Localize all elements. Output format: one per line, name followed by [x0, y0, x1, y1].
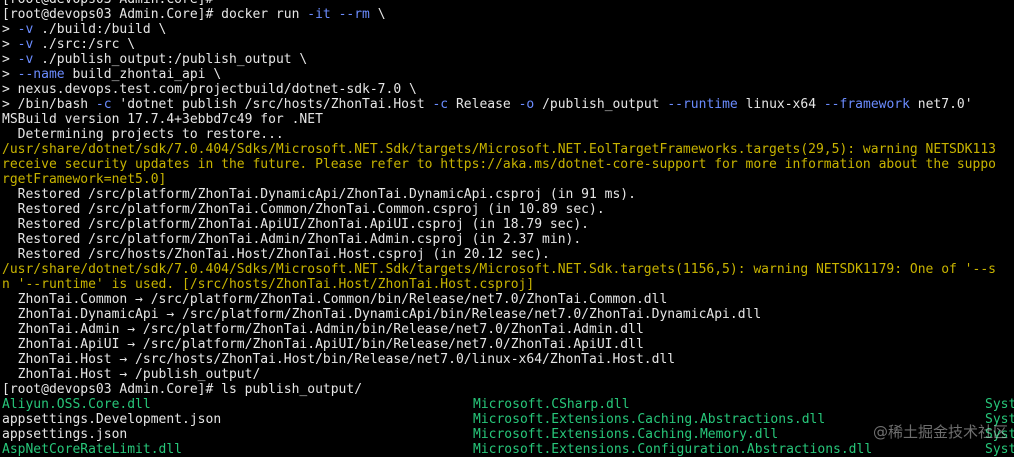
file-entry: appsettings.json — [2, 427, 128, 442]
terminal-text: ./src:/src \ — [33, 37, 136, 52]
terminal-line: n '--runtime' is used. [/src/hosts/ZhonT… — [2, 277, 1014, 292]
terminal-text: [root@devops03 Admin.Core]# — [2, 0, 213, 7]
terminal-line: [root@devops03 Admin.Core]# — [2, 0, 1014, 7]
terminal-text: Release — [448, 97, 519, 112]
terminal-text: Determining projects to restore... — [2, 127, 284, 142]
terminal-text: ZhonTai.ApiUI → /src/platform/ZhonTai.Ap… — [2, 337, 644, 352]
terminal-text: linux-x64 — [737, 97, 824, 112]
warning-text: rgetFramework=net5.0] — [2, 172, 167, 187]
terminal-text: > — [2, 52, 18, 67]
file-entry: Syst — [985, 397, 1014, 412]
watermark: @稀土掘金技术社区 — [872, 423, 1008, 441]
terminal-text: \ — [369, 7, 386, 22]
file-entry: Microsoft.Extensions.Caching.Memory.dll — [473, 427, 779, 442]
terminal-text: net7.0' — [909, 97, 973, 112]
terminal-line: ZhonTai.Common → /src/platform/ZhonTai.C… — [2, 292, 1014, 307]
terminal-text: Restored /src/platform/ZhonTai.Admin/Zho… — [2, 232, 582, 247]
command-flag: -it — [307, 7, 331, 22]
terminal-text: 'dotnet publish /src/hosts/ZhonTai.Host — [111, 97, 433, 112]
terminal-text: ./publish_output:/publish_output \ — [33, 52, 308, 67]
terminal-text: ZhonTai.DynamicApi → /src/platform/ZhonT… — [2, 307, 762, 322]
terminal-line: rgetFramework=net5.0] — [2, 172, 1014, 187]
listing-row: Aliyun.OSS.Core.dll Microsoft.CSharp.dll S… — [2, 397, 1014, 412]
terminal-text: > nexus.devops.test.com/projectbuild/dot… — [2, 82, 417, 97]
terminal-line: Determining projects to restore... — [2, 127, 1014, 142]
terminal-line: ZhonTai.ApiUI → /src/platform/ZhonTai.Ap… — [2, 337, 1014, 352]
terminal-line: Restored /src/platform/ZhonTai.ApiUI/Zho… — [2, 217, 1014, 232]
terminal-text: [root@devops03 Admin.Core]# ls publish_o… — [2, 382, 363, 397]
terminal-line: > nexus.devops.test.com/projectbuild/dot… — [2, 82, 1014, 97]
terminal-line: Restored /src/platform/ZhonTai.DynamicAp… — [2, 187, 1014, 202]
command-flag: -v — [17, 52, 34, 67]
listing-row: appsettings.Development.json Microsoft.Ex… — [2, 412, 1014, 427]
terminal-line: Restored /src/hosts/ZhonTai.Host/ZhonTai… — [2, 247, 1014, 262]
command-flag: -c — [95, 97, 112, 112]
warning-text: n '--runtime' is used. [/src/hosts/ZhonT… — [2, 277, 535, 292]
command-flag: --rm — [338, 7, 370, 22]
terminal-line: > -v ./build:/build \ — [2, 22, 1014, 37]
terminal-line: > /bin/bash -c 'dotnet publish /src/host… — [2, 97, 1014, 112]
terminal-text: ZhonTai.Host → /publish_output/ — [2, 367, 261, 382]
terminal-text: build_zhontai_api \ — [64, 67, 222, 82]
terminal-text: Restored /src/platform/ZhonTai.ApiUI/Zho… — [2, 217, 589, 232]
terminal-line: ZhonTai.DynamicApi → /src/platform/ZhonT… — [2, 307, 1014, 322]
command-flag: -v — [17, 37, 34, 52]
terminal-lines: [root@devops03 Admin.Core]#[root@devops0… — [2, 0, 1014, 397]
terminal-line: receive security updates in the future. … — [2, 157, 1014, 172]
terminal-text: Restored /src/platform/ZhonTai.DynamicAp… — [2, 187, 636, 202]
terminal-text: ZhonTai.Common → /src/platform/ZhonTai.C… — [2, 292, 668, 307]
terminal-line: > --name build_zhontai_api \ — [2, 67, 1014, 82]
directory-listing: Aliyun.OSS.Core.dll Microsoft.CSharp.dll S… — [2, 397, 1014, 457]
command-flag: -v — [17, 22, 34, 37]
terminal-output[interactable]: [root@devops03 Admin.Core]#[root@devops0… — [2, 0, 1014, 457]
terminal-text: MSBuild version 17.7.4+3ebbd7c49 for .NE… — [2, 112, 323, 127]
warning-text: receive security updates in the future. … — [2, 157, 996, 172]
terminal-line: ZhonTai.Host → /src/hosts/ZhonTai.Host/b… — [2, 352, 1014, 367]
terminal-line: ZhonTai.Admin → /src/platform/ZhonTai.Ad… — [2, 322, 1014, 337]
terminal-line: /usr/share/dotnet/sdk/7.0.404/Sdks/Micro… — [2, 262, 1014, 277]
command-flag: -o — [518, 97, 535, 112]
terminal-text: [root@devops03 Admin.Core]# docker run — [2, 7, 308, 22]
terminal-line: MSBuild version 17.7.4+3ebbd7c49 for .NE… — [2, 112, 1014, 127]
command-flag: -c — [432, 97, 449, 112]
terminal-line: /usr/share/dotnet/sdk/7.0.404/Sdks/Micro… — [2, 142, 1014, 157]
command-flag: --framework — [823, 97, 910, 112]
terminal-line: ZhonTai.Host → /publish_output/ — [2, 367, 1014, 382]
warning-text: /usr/share/dotnet/sdk/7.0.404/Sdks/Micro… — [2, 142, 996, 157]
terminal-text: Restored /src/hosts/ZhonTai.Host/ZhonTai… — [2, 247, 550, 262]
warning-text: /usr/share/dotnet/sdk/7.0.404/Sdks/Micro… — [2, 262, 996, 277]
terminal-line: Restored /src/platform/ZhonTai.Admin/Zho… — [2, 232, 1014, 247]
file-entry: Aliyun.OSS.Core.dll — [2, 397, 151, 412]
terminal-text: ZhonTai.Admin → /src/platform/ZhonTai.Ad… — [2, 322, 644, 337]
terminal-text: > — [2, 22, 18, 37]
terminal-text: > /bin/bash — [2, 97, 96, 112]
terminal-text: ZhonTai.Host → /src/hosts/ZhonTai.Host/b… — [2, 352, 676, 367]
command-flag: --name — [17, 67, 65, 82]
terminal-text: > — [2, 67, 18, 82]
terminal-text: /publish_output — [534, 97, 668, 112]
terminal-line: [root@devops03 Admin.Core]# docker run -… — [2, 7, 1014, 22]
listing-row: appsettings.json Microsoft.Extensions.Cac… — [2, 427, 1014, 442]
terminal-line: Restored /src/platform/ZhonTai.Common/Zh… — [2, 202, 1014, 217]
file-entry: Microsoft.CSharp.dll — [473, 397, 630, 412]
file-entry: appsettings.Development.json — [2, 412, 222, 427]
terminal-line: > -v ./src:/src \ — [2, 37, 1014, 52]
terminal-line: > -v ./publish_output:/publish_output \ — [2, 52, 1014, 67]
terminal-line: [root@devops03 Admin.Core]# ls publish_o… — [2, 382, 1014, 397]
terminal-text: Restored /src/platform/ZhonTai.Common/Zh… — [2, 202, 605, 217]
terminal-text: > — [2, 37, 18, 52]
command-flag: --runtime — [667, 97, 738, 112]
terminal-text: ./build:/build \ — [33, 22, 167, 37]
file-entry: Microsoft.Extensions.Caching.Abstraction… — [473, 412, 826, 427]
